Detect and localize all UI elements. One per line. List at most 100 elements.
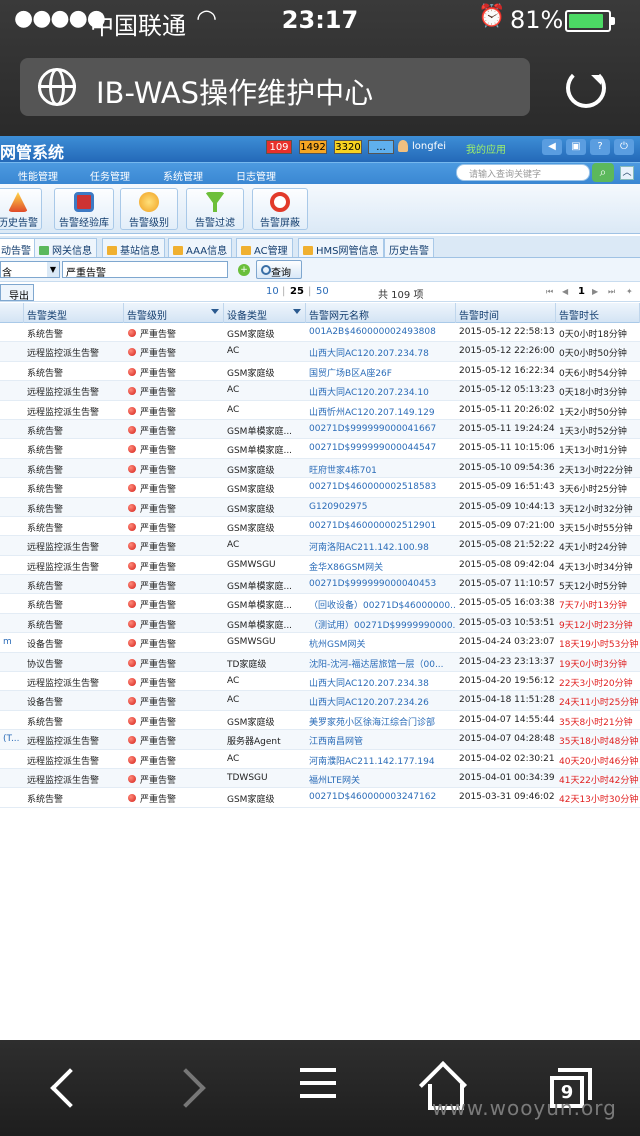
table-row[interactable]: 系统告警 严重告警 GSM单模家庭... 00271D$999999000041667…	[0, 419, 640, 440]
table-row[interactable]: 远程监控派生告警 严重告警 AC 山西大同AC120.207.234.10 2015-0…	[0, 381, 640, 401]
table-row[interactable]: 系统告警 严重告警 GSM家庭级 G120902975 2015-05-09 10:44…	[0, 497, 640, 517]
alarm-element-name-cell[interactable]: 00271D$460000002518583	[306, 478, 456, 497]
col-header-name[interactable]: 告警网元名称	[306, 303, 456, 323]
tab-basestation-info[interactable]: 基站信息	[102, 238, 165, 257]
alarm-element-name-cell[interactable]: 杭州GSM网关	[306, 633, 456, 652]
table-row[interactable]: 系统告警 严重告警 GSM单模家庭... 00271D$999999000044547…	[0, 439, 640, 459]
alarm-element-name-cell[interactable]: 沈阳-沈河-福达居旅馆一层（00...	[306, 653, 456, 672]
alarm-element-name-cell[interactable]: 山西大同AC120.207.234.78	[306, 342, 456, 361]
col-header-level[interactable]: 告警级别	[124, 303, 224, 323]
table-row[interactable]: 远程监控派生告警 严重告警 AC 河南濮阳AC211.142.177.194 2015-…	[0, 750, 640, 769]
table-row[interactable]: 系统告警 严重告警 GSM家庭级 美罗家苑小区徐海江综合门诊部 2015-04-07 1…	[0, 711, 640, 731]
alarm-element-name-cell[interactable]: 国贸广场B区A座26F	[306, 362, 456, 381]
username-menu[interactable]: longfei	[412, 141, 446, 152]
alarm-element-name-cell[interactable]: 00271D$999999000044547	[306, 439, 456, 458]
table-row[interactable]: 系统告警 严重告警 GSM家庭级 旺府世家4栋701 2015-05-10 09:54:…	[0, 458, 640, 479]
table-row[interactable]: 远程监控派生告警 严重告警 GSMWSGU 金华X86GSM网关 2015-05-08 …	[0, 556, 640, 576]
alarm-element-name-cell[interactable]: 福州LTE网关	[306, 769, 456, 788]
alarm-knowledge-button[interactable]: 告警经验库	[54, 188, 114, 230]
next-page-icon[interactable]: ▶	[592, 287, 598, 296]
help-icon[interactable]: ?	[590, 139, 610, 155]
table-row[interactable]: 设备告警 严重告警 AC 山西大同AC120.207.234.26 2015-04-18…	[0, 691, 640, 711]
export-button[interactable]: 导出	[0, 284, 34, 302]
menu-item-system[interactable]: 系统管理	[163, 168, 203, 183]
tab-active-alarm[interactable]: 动告警	[0, 238, 36, 257]
table-row[interactable]: 系统告警 严重告警 GSM单模家庭... 00271D$999999000040453…	[0, 575, 640, 595]
alarm-element-name-cell[interactable]: 山西忻州AC120.207.149.129	[306, 401, 456, 420]
critical-count-badge[interactable]: 109	[266, 140, 292, 154]
my-apps-link[interactable]: 我的应用	[466, 141, 506, 156]
col-header-duration[interactable]: 告警时长	[556, 303, 640, 323]
sound-icon[interactable]: ◀	[542, 139, 562, 155]
back-icon[interactable]	[48, 1068, 78, 1108]
lock-icon[interactable]: ▣	[566, 139, 586, 155]
power-icon[interactable]: ⏻	[614, 139, 634, 155]
menu-item-tasks[interactable]: 任务管理	[90, 168, 130, 183]
prev-page-icon[interactable]: ◀	[562, 287, 568, 296]
col-header-time[interactable]: 告警时间	[456, 303, 556, 323]
table-row[interactable]: 远程监控派生告警 严重告警 AC 山西大同AC120.207.234.38 2015-0…	[0, 672, 640, 692]
search-input[interactable]: 请输入查询关键字	[456, 164, 590, 181]
alarm-element-name-cell[interactable]: 山西大同AC120.207.234.10	[306, 381, 456, 400]
current-page[interactable]: 1	[578, 286, 585, 297]
table-row[interactable]: 系统告警 严重告警 GSM家庭级 00271D$460000002518583 2015…	[0, 478, 640, 498]
page-size-10[interactable]: 10	[266, 286, 279, 297]
page-size-50[interactable]: 50	[316, 286, 329, 297]
alarm-element-name-cell[interactable]: 河南濮阳AC211.142.177.194	[306, 750, 456, 769]
menu-icon[interactable]	[300, 1068, 338, 1108]
menu-item-logs[interactable]: 日志管理	[236, 168, 276, 183]
tab-aaa-info[interactable]: AAA信息	[168, 238, 233, 257]
alarm-element-name-cell[interactable]: （回收设备）00271D$46000000...	[306, 594, 456, 613]
alarm-element-name-cell[interactable]: 河南洛阳AC211.142.100.98	[306, 536, 456, 555]
table-row[interactable]: (T... 远程监控派生告警 严重告警 服务器Agent 江西南昌网管 2015-04-0…	[0, 730, 640, 750]
refresh-icon[interactable]: ✦	[626, 287, 633, 296]
tab-gateway-info[interactable]: 网关信息	[34, 238, 97, 257]
alarm-filter-button[interactable]: 告警过滤	[186, 188, 244, 230]
alarm-element-name-cell[interactable]: 00271D$999999000040453	[306, 575, 456, 594]
table-row[interactable]: 系统告警 严重告警 GSM家庭级 国贸广场B区A座26F 2015-05-12 16:2…	[0, 362, 640, 382]
warning-count-badge[interactable]: ...	[368, 140, 394, 154]
menu-item-performance[interactable]: 性能管理	[18, 168, 58, 183]
alarm-level-button[interactable]: 告警级别	[120, 188, 178, 230]
major-count-badge[interactable]: 1492	[299, 140, 327, 154]
table-row[interactable]: 系统告警 严重告警 GSM家庭级 00271D$460000003247162 2015…	[0, 788, 640, 808]
alarm-element-name-cell[interactable]: 00271D$460000003247162	[306, 788, 456, 807]
sort-icon[interactable]	[211, 309, 219, 318]
table-row[interactable]: 系统告警 严重告警 GSM家庭级 00271D$460000002512901 2015…	[0, 517, 640, 537]
add-condition-icon[interactable]: +	[238, 264, 250, 276]
table-row[interactable]: 系统告警 严重告警 GSM单模家庭... （回收设备）00271D$46000000.…	[0, 594, 640, 614]
table-row[interactable]: 远程监控派生告警 严重告警 TDWSGU 福州LTE网关 2015-04-01 00:3…	[0, 768, 640, 789]
alarm-element-name-cell[interactable]: 00271D$460000002512901	[306, 517, 456, 536]
reload-icon[interactable]	[566, 68, 606, 108]
table-row[interactable]: 远程监控派生告警 严重告警 AC 河南洛阳AC211.142.100.98 2015-0…	[0, 536, 640, 556]
page-size-25[interactable]: 25	[290, 286, 304, 297]
address-bar[interactable]: IB-WAS操作维护中心	[20, 58, 530, 116]
query-button[interactable]: 查询	[256, 260, 302, 279]
tab-ac-manage[interactable]: AC管理	[236, 238, 293, 257]
table-row[interactable]: 远程监控派生告警 严重告警 AC 山西大同AC120.207.234.78 2015-0…	[0, 342, 640, 362]
history-alarm-button[interactable]: 历史告警	[0, 188, 42, 230]
alarm-element-name-cell[interactable]: 山西大同AC120.207.234.38	[306, 672, 456, 691]
alarm-element-name-cell[interactable]: 旺府世家4栋701	[306, 459, 456, 478]
tab-history-alarm[interactable]: 历史告警	[384, 238, 434, 257]
sort-icon[interactable]	[293, 309, 301, 318]
col-header-device[interactable]: 设备类型	[224, 303, 306, 323]
minor-count-badge[interactable]: 3320	[334, 140, 362, 154]
col-header-type[interactable]: 告警类型	[24, 303, 124, 323]
alarm-mask-button[interactable]: 告警屏蔽	[252, 188, 308, 230]
alarm-element-name-cell[interactable]: 山西大同AC120.207.234.26	[306, 691, 456, 710]
alarm-element-name-cell[interactable]: （测试用）00271D$9999990000...	[306, 614, 456, 633]
table-row[interactable]: m 设备告警 严重告警 GSMWSGU 杭州GSM网关 2015-04-24 03:23:…	[0, 633, 640, 653]
alarm-element-name-cell[interactable]: 江西南昌网管	[306, 730, 456, 749]
condition-select[interactable]: 含 ▼	[0, 261, 60, 279]
collapse-icon[interactable]: ︿	[620, 166, 634, 180]
first-page-icon[interactable]: ⏮	[546, 287, 553, 297]
alarm-element-name-cell[interactable]: 00271D$999999000041667	[306, 420, 456, 439]
filter-value-input[interactable]: 严重告警	[62, 261, 228, 279]
tab-hms-info[interactable]: HMS网管信息	[298, 238, 384, 257]
table-row[interactable]: 远程监控派生告警 严重告警 AC 山西忻州AC120.207.149.129 2015-…	[0, 401, 640, 420]
last-page-icon[interactable]: ⏭	[608, 287, 615, 297]
search-icon[interactable]: ⌕	[592, 163, 614, 182]
forward-icon[interactable]	[172, 1068, 202, 1108]
alarm-element-name-cell[interactable]: 001A2B$460000002493808	[306, 323, 456, 342]
